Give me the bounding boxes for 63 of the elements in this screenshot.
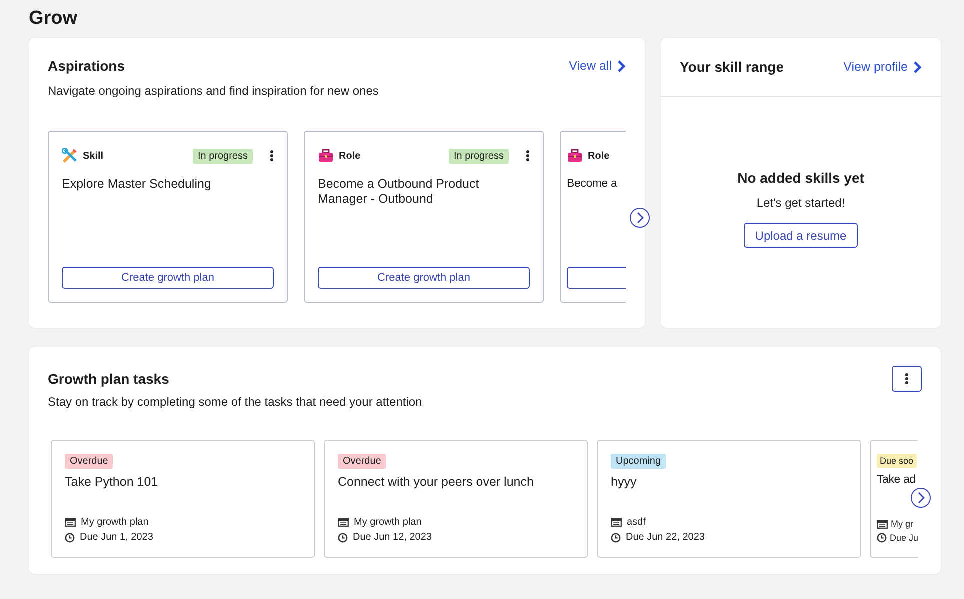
status-badge: In progress (448, 148, 509, 164)
task-card[interactable]: Upcoming hyyy asdf Due Jun 22, 2023 (597, 440, 861, 558)
status-badge: Overdue (338, 454, 386, 469)
tools-icon (62, 148, 78, 164)
card-title: Explore Master Scheduling (62, 177, 212, 193)
card-title: Take Python 101 (65, 475, 158, 491)
task-card[interactable]: Overdue Connect with your peers over lunch My growth plan Due Jun 12, 2023 (324, 440, 588, 558)
status-badge: In progress (192, 148, 253, 164)
task-card[interactable]: Overdue Take Python 101 My growth plan Due Jun 1, 2023 (51, 440, 315, 558)
section-subtitle: Navigate ongoing aspirations and find inspiration for new ones (48, 84, 380, 98)
type-label: Skill (83, 150, 104, 162)
status-badge: Due soo (877, 454, 917, 468)
more-options-icon (526, 150, 530, 162)
clock-icon (877, 533, 887, 543)
due-date: Due Ju (890, 533, 918, 543)
card-icon (877, 520, 888, 528)
more-button[interactable] (892, 366, 922, 392)
briefcase-icon (567, 149, 583, 163)
type-label: Role (339, 150, 361, 162)
chevron-right-icon (916, 492, 926, 504)
chevron-right-icon (635, 212, 645, 224)
clock-icon (65, 532, 75, 542)
upload-button[interactable]: Upload a resume (744, 223, 858, 248)
plan-name: My gr (891, 519, 914, 529)
aspiration-card[interactable]: Role In progress Become a Outbound Product Manager - Outbound Create growth plan (304, 131, 544, 303)
section-title: Your skill range (680, 59, 784, 75)
plan-name: My growth plan (81, 517, 149, 528)
next-button[interactable] (630, 208, 650, 228)
status-badge: Upcoming (611, 454, 666, 469)
card-title: Connect with your peers over lunch (338, 475, 534, 491)
view-profile-link[interactable]: View profile (844, 60, 922, 74)
create-plan-button[interactable]: Create growth plan (62, 267, 274, 289)
type-label: Role (588, 150, 610, 162)
section-subtitle: Stay on track by completing some of the tasks that need your attention (48, 395, 424, 409)
view-all-link[interactable]: View all (569, 59, 626, 73)
due-date: Due Jun 22, 2023 (626, 532, 705, 543)
section-title: Growth plan tasks (48, 371, 170, 387)
page-title: Grow (29, 7, 79, 31)
section-title: Aspirations (48, 58, 126, 74)
card-title: Take ad (877, 474, 916, 488)
clock-icon (611, 532, 621, 542)
card-icon (338, 518, 349, 527)
more-options-icon (270, 150, 274, 162)
due-date: Due Jun 12, 2023 (353, 532, 432, 543)
empty-text: Let's get started! (756, 196, 846, 210)
next-button[interactable] (911, 488, 931, 508)
briefcase-icon (318, 149, 334, 163)
more-icon (905, 373, 909, 385)
aspiration-card[interactable]: Skill In progress Explore Master Scheduling Create growth plan (48, 131, 288, 303)
chevron-right-icon (617, 60, 626, 72)
chevron-right-icon (913, 60, 922, 74)
card-icon (611, 518, 622, 527)
plan-name: My growth plan (354, 517, 422, 528)
clock-icon (338, 532, 348, 542)
plan-name: asdf (627, 517, 646, 528)
card-icon (65, 518, 76, 527)
due-date: Due Jun 1, 2023 (80, 532, 154, 543)
create-plan-button[interactable]: Create growth plan (318, 267, 530, 289)
card-title: hyyy (611, 475, 637, 491)
empty-title: No added skills yet (738, 170, 864, 186)
status-badge: Overdue (65, 454, 114, 469)
card-title: Become a Outbound Product Manager - Outbound (318, 177, 480, 208)
card-title: Become a (567, 177, 618, 192)
